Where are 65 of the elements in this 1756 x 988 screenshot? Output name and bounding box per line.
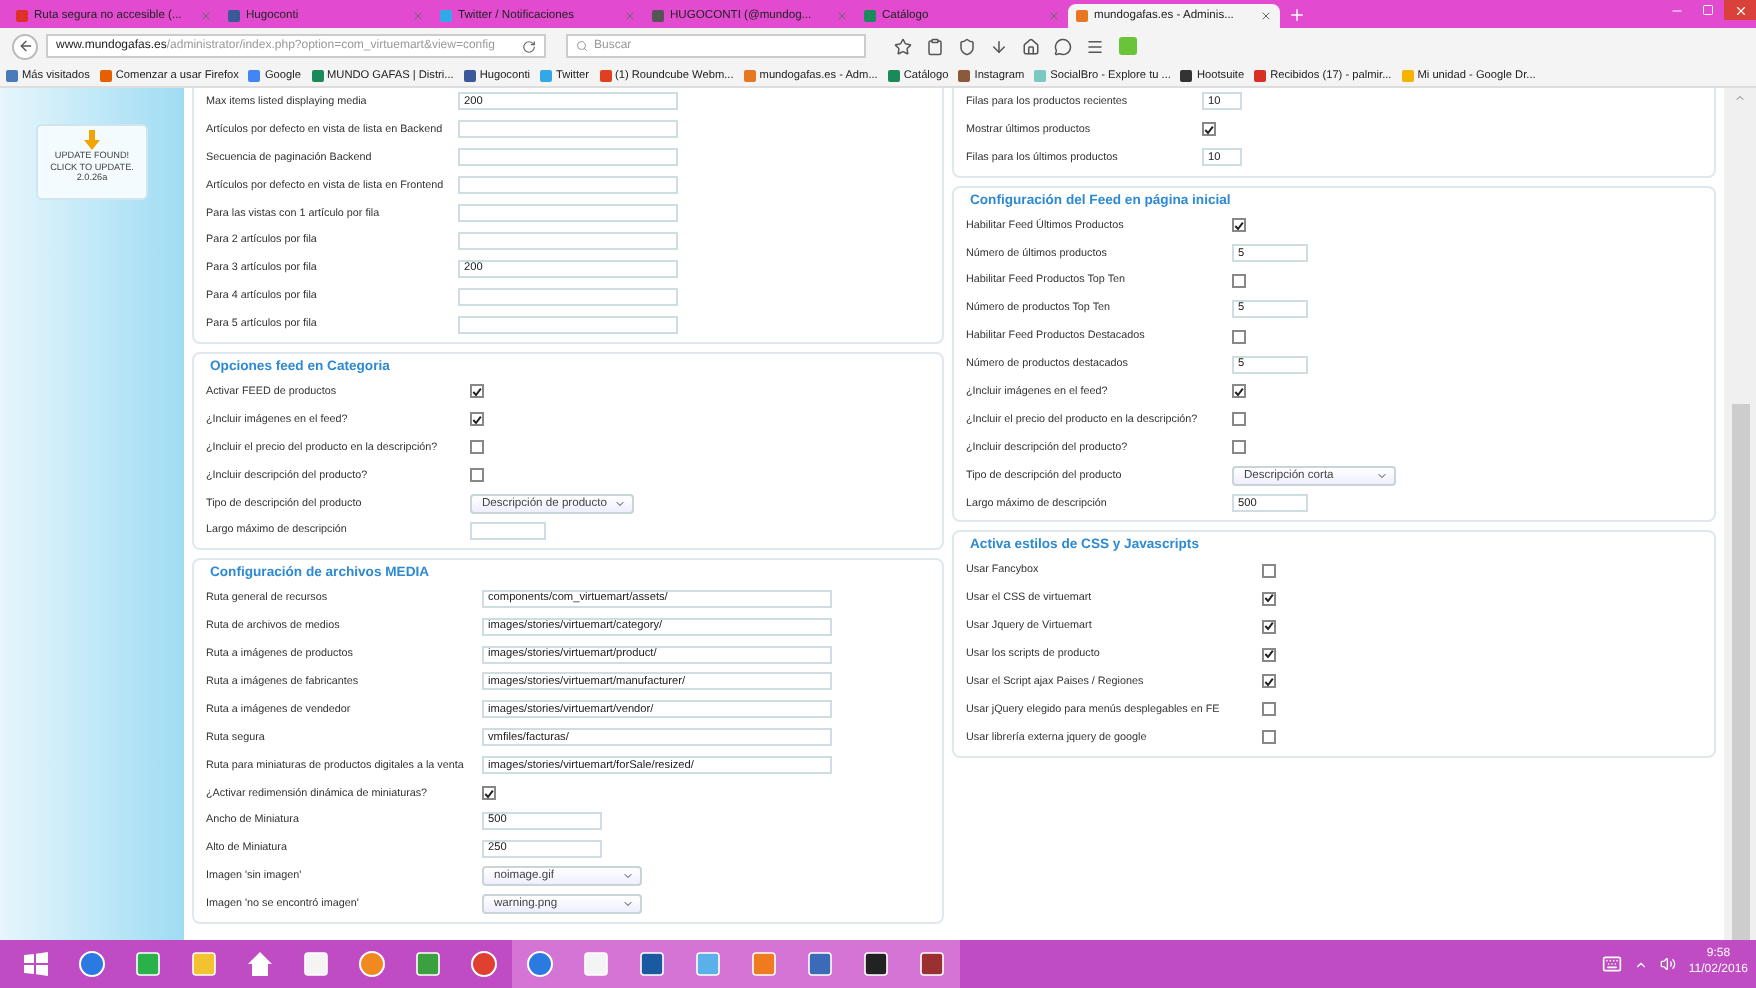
check-icon [1234, 219, 1244, 232]
input-field[interactable] [458, 231, 678, 250]
check-icon [1264, 620, 1274, 633]
checkbox[interactable] [482, 786, 496, 801]
down-arrow-icon [84, 130, 100, 150]
back-button[interactable] [12, 33, 38, 59]
chat-icon[interactable] [1054, 37, 1072, 55]
checkbox[interactable] [470, 468, 484, 483]
checkbox[interactable] [1202, 122, 1216, 137]
back-arrow-icon [17, 38, 33, 54]
caret-icon [622, 898, 634, 911]
star-icon[interactable] [894, 37, 912, 55]
close-button[interactable] [1724, 0, 1756, 20]
keyboard-icon[interactable] [1602, 954, 1623, 974]
checkbox[interactable] [1262, 619, 1276, 634]
checkbox[interactable] [1232, 412, 1246, 427]
check-icon [472, 413, 482, 426]
home-icon[interactable] [1022, 37, 1040, 55]
input-field[interactable] [458, 204, 678, 222]
caret-icon [622, 870, 634, 883]
menu-icon[interactable] [1086, 37, 1104, 55]
checkbox[interactable] [1262, 591, 1276, 606]
home-icon[interactable] [246, 950, 274, 978]
checkbox[interactable] [1262, 563, 1276, 578]
check-icon [1234, 385, 1244, 398]
checkbox[interactable] [1232, 218, 1246, 233]
speaker-icon[interactable] [1660, 956, 1677, 972]
input-field[interactable] [458, 315, 678, 334]
checkbox[interactable] [470, 384, 484, 399]
search-icon [576, 40, 588, 52]
check-icon [1264, 648, 1274, 661]
checkbox[interactable] [1262, 730, 1276, 745]
checkbox[interactable] [1232, 329, 1246, 344]
input-field[interactable] [458, 176, 678, 195]
caret-icon [1376, 469, 1388, 482]
taskbar-app[interactable] [904, 940, 960, 988]
checkbox[interactable] [470, 440, 484, 455]
chevron-up-icon[interactable] [1634, 957, 1649, 971]
shield-icon[interactable] [958, 37, 976, 55]
check-icon [484, 787, 494, 800]
new-tab-icon[interactable] [1288, 6, 1306, 24]
clipboard-icon[interactable] [926, 37, 944, 55]
input-field[interactable] [458, 148, 678, 167]
check-icon [1264, 675, 1274, 688]
checkbox[interactable] [1232, 273, 1246, 288]
checkbox[interactable] [1262, 674, 1276, 689]
scrollbar[interactable] [1724, 88, 1756, 940]
check-icon [1264, 592, 1274, 605]
input-field[interactable] [470, 521, 546, 540]
checkbox[interactable] [1232, 440, 1246, 455]
checkbox[interactable] [470, 412, 484, 427]
close-icon[interactable] [1260, 10, 1272, 22]
reload-icon[interactable] [522, 39, 536, 53]
checkbox[interactable] [1232, 384, 1246, 399]
checkbox[interactable] [1262, 647, 1276, 662]
input-field[interactable] [458, 287, 678, 306]
close-icon [1733, 3, 1747, 17]
download-icon[interactable] [990, 37, 1008, 55]
input-field[interactable] [458, 120, 678, 139]
restore-icon [1702, 4, 1714, 16]
check-icon [472, 385, 482, 398]
check-icon [1204, 123, 1214, 136]
windows-logo-icon [24, 952, 48, 976]
checkbox[interactable] [1262, 702, 1276, 717]
caret-icon [614, 497, 626, 510]
